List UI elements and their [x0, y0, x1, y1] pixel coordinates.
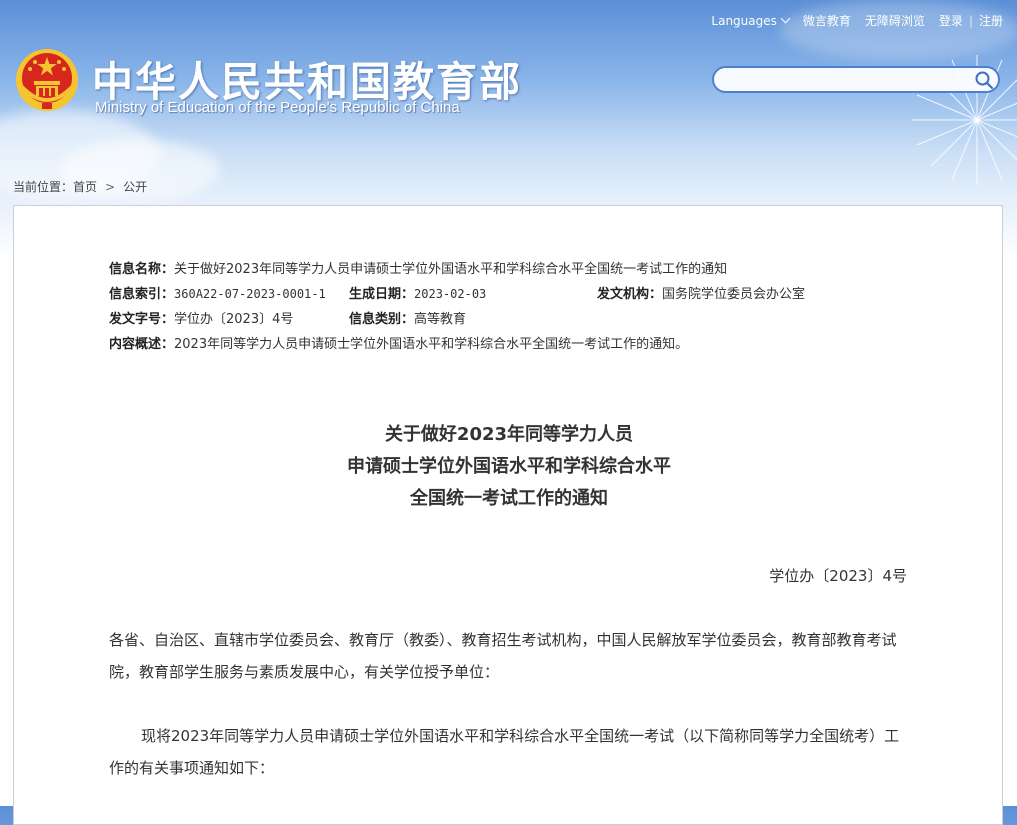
- search-bar: [712, 66, 1000, 93]
- info-meta-table: 信息名称：关于做好2023年同等学力人员申请硕士学位外国语水平和学科综合水平全国…: [109, 258, 805, 358]
- article-title: 关于做好2023年同等学力人员 申请硕士学位外国语水平和学科综合水平 全国统一考…: [14, 419, 1004, 515]
- info-docnum-label: 发文字号：: [109, 312, 175, 327]
- languages-menu[interactable]: Languages: [711, 13, 791, 28]
- article-title-line-3: 全国统一考试工作的通知: [410, 488, 608, 509]
- info-date-label: 生成日期：: [349, 287, 415, 302]
- breadcrumb-current-link[interactable]: 公开: [123, 180, 147, 194]
- national-emblem-icon: [16, 49, 78, 111]
- chevron-right-icon: >: [105, 180, 116, 194]
- search-input[interactable]: [714, 68, 984, 91]
- header-banner: 中华人民共和国教育部 Ministry of Education of the …: [0, 0, 1017, 205]
- info-index-label: 信息索引：: [109, 287, 175, 302]
- info-date-value: 2023-02-03: [414, 287, 487, 301]
- accessible-browse-link[interactable]: 无障碍浏览: [865, 12, 925, 29]
- breadcrumb-home-link[interactable]: 首页: [73, 180, 97, 194]
- info-index-value: 360A22-07-2023-0001-1: [174, 287, 326, 301]
- breadcrumb-prefix: 当前位置：: [13, 180, 74, 194]
- nav-divider: |: [968, 13, 973, 28]
- info-category-value: 高等教育: [414, 312, 467, 327]
- info-row-name: 信息名称：关于做好2023年同等学力人员申请硕士学位外国语水平和学科综合水平全国…: [109, 258, 727, 283]
- info-row-docnum: 发文字号：学位办〔2023〕4号 信息类别：高等教育: [109, 308, 727, 333]
- register-link[interactable]: 注册: [979, 12, 1003, 29]
- info-name-label: 信息名称：: [109, 262, 175, 277]
- article-title-line-1: 关于做好2023年同等学力人员: [384, 424, 634, 445]
- document-number: 学位办〔2023〕4号: [769, 567, 907, 585]
- login-link[interactable]: 登录: [939, 12, 963, 29]
- article-title-line-2: 申请硕士学位外国语水平和学科综合水平: [347, 456, 671, 477]
- info-issuer-value: 国务院学位委员会办公室: [662, 287, 806, 302]
- site-title-en: Ministry of Education of the People's Re…: [95, 99, 460, 116]
- info-docnum-value: 学位办〔2023〕4号: [174, 312, 294, 327]
- languages-label: Languages: [711, 13, 777, 28]
- info-row-index: 信息索引：360A22-07-2023-0001-1 生成日期：2023-02-…: [109, 283, 805, 308]
- article-paragraph-addressees: 各省、自治区、直辖市学位委员会、教育厅（教委）、教育招生考试机构，中国人民解放军…: [109, 631, 897, 681]
- article-paragraph-intro: 现将2023年同等学力人员申请硕士学位外国语水平和学科综合水平全国统一考试（以下…: [109, 727, 900, 777]
- info-summary-label: 内容概述：: [109, 337, 175, 352]
- breadcrumb: 当前位置：首页 > 公开: [13, 178, 147, 195]
- search-icon[interactable]: [974, 70, 994, 90]
- article-panel: 信息名称：关于做好2023年同等学力人员申请硕士学位外国语水平和学科综合水平全国…: [13, 205, 1003, 825]
- info-row-summary: 内容概述：2023年同等学力人员申请硕士学位外国语水平和学科综合水平全国统一考试…: [109, 333, 727, 358]
- info-issuer-label: 发文机构：: [597, 287, 663, 302]
- chevron-down-icon: [780, 13, 791, 23]
- info-name-value: 关于做好2023年同等学力人员申请硕士学位外国语水平和学科综合水平全国统一考试工…: [174, 262, 728, 277]
- info-category-label: 信息类别：: [349, 312, 415, 327]
- top-navigation: Languages 微言教育 无障碍浏览 登录 | 注册: [711, 12, 1003, 29]
- info-summary-value: 2023年同等学力人员申请硕士学位外国语水平和学科综合水平全国统一考试工作的通知…: [174, 337, 689, 352]
- weibo-link[interactable]: 微言教育: [803, 12, 851, 29]
